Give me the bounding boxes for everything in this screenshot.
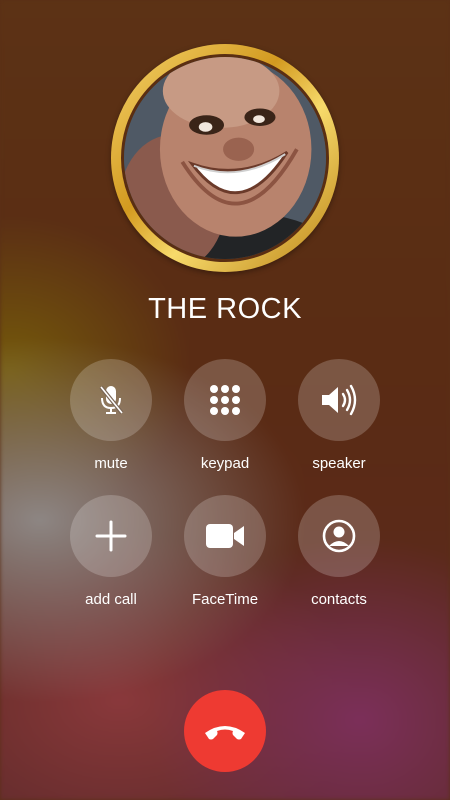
keypad-button-circle[interactable] — [184, 359, 266, 441]
add-call-button-circle[interactable] — [70, 495, 152, 577]
speaker-icon — [322, 384, 357, 416]
phone-hangup-icon — [205, 726, 245, 740]
mute-button[interactable]: mute — [51, 359, 171, 473]
mute-label: mute — [94, 455, 128, 472]
contacts-button[interactable]: contacts — [279, 495, 399, 609]
facetime-label: FaceTime — [191, 591, 259, 608]
contacts-button-circle[interactable] — [298, 495, 380, 577]
facetime-button-circle[interactable] — [184, 495, 266, 577]
speaker-button[interactable]: speaker — [279, 359, 399, 473]
plus-icon — [95, 520, 127, 552]
speaker-label: speaker — [312, 455, 366, 472]
add-call-button[interactable]: add call — [51, 495, 171, 609]
contacts-label: contacts — [311, 591, 367, 608]
keypad-button[interactable]: keypad — [165, 359, 285, 473]
speaker-button-circle[interactable] — [298, 359, 380, 441]
keypad-icon — [210, 385, 240, 415]
keypad-label: keypad — [200, 455, 250, 472]
mute-button-circle[interactable] — [70, 359, 152, 441]
add-call-label: add call — [85, 591, 137, 608]
person-circle-icon — [322, 519, 356, 553]
end-call-button[interactable] — [184, 690, 266, 772]
video-camera-icon — [206, 524, 244, 548]
facetime-button[interactable]: FaceTime — [165, 495, 285, 609]
mic-slash-icon — [99, 385, 124, 415]
